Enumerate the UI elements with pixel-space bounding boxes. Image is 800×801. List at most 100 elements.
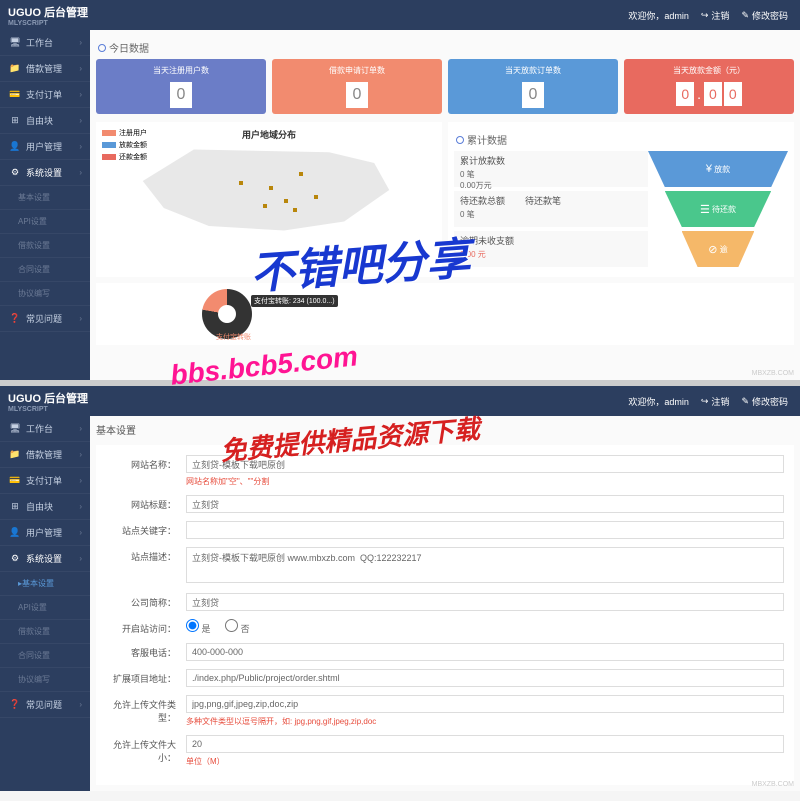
warn-icon: ⊘ <box>708 243 717 256</box>
input-company[interactable] <box>186 593 784 611</box>
chevron-right-icon: › <box>79 38 82 47</box>
gear-icon: ⚙ <box>8 167 22 178</box>
card-icon: 💳 <box>8 89 22 100</box>
card-apply-value: 0 <box>346 82 368 108</box>
ring-icon <box>456 136 464 144</box>
nav2-sub-protocol[interactable]: 协议编写 <box>0 668 90 692</box>
card-registered: 当天注册用户数 0 <box>96 59 266 114</box>
header-2: UGUO 后台管理 MLYSCRIPT 欢迎你，admin ↪ 注销 ✎ 修改密… <box>0 386 800 416</box>
logo-sub: MLYSCRIPT <box>8 20 90 27</box>
input-keywords[interactable] <box>186 521 784 539</box>
welcome-text: 欢迎你，admin <box>628 9 689 22</box>
chevron-right-icon: › <box>79 116 82 125</box>
card-loan-amount-digits: 0 . 0 0 <box>630 82 788 106</box>
radio-yes[interactable] <box>186 619 199 632</box>
funnel-row-1: 累计放款数0 笔0.00万元 ¥ 放款 <box>454 151 788 187</box>
card-loan-orders-value: 0 <box>522 82 544 108</box>
map-title: 用户地域分布 <box>102 128 436 141</box>
change-password-link-2[interactable]: ✎ 修改密码 <box>741 395 788 408</box>
nav-faq[interactable]: ❓常见问题› <box>0 306 90 332</box>
grid-icon: ⊞ <box>8 115 22 126</box>
label-types: 允许上传文件类型： <box>106 695 186 724</box>
input-site-name[interactable] <box>186 455 784 473</box>
label-site-short: 网站标题： <box>106 495 186 511</box>
nav2-workbench[interactable]: 🖥工作台› <box>0 416 90 442</box>
hint-site-name: 网站名称加"空"、""分割 <box>186 476 784 487</box>
input-size[interactable] <box>186 735 784 753</box>
input-site-short[interactable] <box>186 495 784 513</box>
input-phone[interactable] <box>186 643 784 661</box>
chevron-down-icon: › <box>79 168 82 177</box>
nav2-users[interactable]: 👤用户管理› <box>0 520 90 546</box>
nav-sub-protocol[interactable]: 协议编写 <box>0 282 90 306</box>
nav2-payment[interactable]: 💳支付订单› <box>0 468 90 494</box>
ring-icon <box>98 44 106 52</box>
nav-system[interactable]: ⚙系统设置› <box>0 160 90 186</box>
label-project: 扩展项目地址： <box>106 669 186 685</box>
nav2-sub-contract[interactable]: 合同设置 <box>0 644 90 668</box>
nav2-sub-loan[interactable]: 借款设置 <box>0 620 90 644</box>
map-chart: 注册用户 放款金额 还款金额 用户地域分布 <box>96 122 442 277</box>
sidebar-2: 🖥工作台› 📁借款管理› 💳支付订单› ⊞自由块› 👤用户管理› ⚙系统设置› … <box>0 416 90 791</box>
welcome-text-2: 欢迎你，admin <box>628 395 689 408</box>
nav-users[interactable]: 👤用户管理› <box>0 134 90 160</box>
input-project[interactable] <box>186 669 784 687</box>
chevron-right-icon: › <box>79 142 82 151</box>
nav2-system[interactable]: ⚙系统设置› <box>0 546 90 572</box>
label-desc: 站点描述： <box>106 547 186 563</box>
logo-title: 后台管理 <box>44 7 88 19</box>
nav-payment[interactable]: 💳支付订单› <box>0 82 90 108</box>
label-company: 公司简称： <box>106 593 186 609</box>
question-icon: ❓ <box>8 313 22 324</box>
logo-2: UGUO 后台管理 MLYSCRIPT <box>0 390 90 413</box>
hint-types: 多种文件类型以逗号隔开，如: jpg,png,gif,jpeg,zip,doc <box>186 716 784 727</box>
chevron-right-icon: › <box>79 64 82 73</box>
label-enable: 开启站访问： <box>106 619 186 635</box>
nav2-sub-basic[interactable]: ▸ 基本设置 <box>0 572 90 596</box>
logout-link-2[interactable]: ↪ 注销 <box>701 395 730 408</box>
sidebar: 🖥工作台› 📁借款管理› 💳支付订单› ⊞自由块› 👤用户管理› ⚙系统设置› … <box>0 30 90 380</box>
cumulative-title: 累计数据 <box>454 128 788 151</box>
radio-no[interactable] <box>225 619 238 632</box>
yen-icon: ¥ <box>706 163 712 175</box>
nav-freeblock[interactable]: ⊞自由块› <box>0 108 90 134</box>
logout-link[interactable]: ↪ 注销 <box>701 9 730 22</box>
nav2-faq[interactable]: ❓常见问题› <box>0 692 90 718</box>
top-header: UGUO 后台管理 MLYSCRIPT 欢迎你，admin ↪ 注销 ✎ 修改密… <box>0 0 800 30</box>
main-settings: 基本设置 网站名称： 网站名称加"空"、""分割 网站标题： 站点关键字： 站点… <box>90 416 800 791</box>
change-password-link[interactable]: ✎ 修改密码 <box>741 9 788 22</box>
card-apply: 借款申请订单数 0 <box>272 59 442 114</box>
map-legend: 注册用户 放款金额 还款金额 <box>102 128 147 164</box>
card-loan-orders: 当天放款订单数 0 <box>448 59 618 114</box>
nav-sub-basic[interactable]: 基本设置 <box>0 186 90 210</box>
donut-chart-box: 支付宝转账: 234 (100.0...) 支付宝转账 <box>96 283 794 345</box>
monitor-icon: 🖥 <box>8 37 22 48</box>
footer-watermark-2: MBXZB.COM <box>752 781 794 788</box>
user-icon: 👤 <box>8 141 22 152</box>
nav-workbench[interactable]: 🖥工作台› <box>0 30 90 56</box>
nav2-loan[interactable]: 📁借款管理› <box>0 442 90 468</box>
china-map[interactable] <box>119 145 420 235</box>
label-site-name: 网站名称： <box>106 455 186 471</box>
main-dashboard: 今日数据 当天注册用户数 0 借款申请订单数 0 当天放款订单数 0 当天放款金… <box>90 30 800 380</box>
nav-sub-loan[interactable]: 借款设置 <box>0 234 90 258</box>
nav-sub-api[interactable]: API设置 <box>0 210 90 234</box>
radio-no-label: 否 <box>225 624 250 634</box>
nav-sub-contract[interactable]: 合同设置 <box>0 258 90 282</box>
logo-main: UGUO <box>8 7 41 19</box>
today-title: 今日数据 <box>96 36 794 59</box>
nav2-freeblock[interactable]: ⊞自由块› <box>0 494 90 520</box>
label-phone: 客服电话： <box>106 643 186 659</box>
nav-loan[interactable]: 📁借款管理› <box>0 56 90 82</box>
label-size: 允许上传文件大小： <box>106 735 186 764</box>
logo: UGUO 后台管理 MLYSCRIPT <box>0 4 90 27</box>
donut-legend: 支付宝转账 <box>216 332 251 342</box>
chevron-right-icon: › <box>79 90 82 99</box>
nav2-sub-api[interactable]: API设置 <box>0 596 90 620</box>
folder-icon: 📁 <box>8 63 22 74</box>
input-types[interactable] <box>186 695 784 713</box>
list-icon: ☰ <box>700 203 710 216</box>
cumulative-panel: 累计数据 累计放款数0 笔0.00万元 ¥ 放款 待还款总额待还款笔0 笔 ☰ … <box>448 122 794 277</box>
input-desc[interactable]: 立刻贷-模板下载吧原创 www.mbxzb.com QQ:122232217 <box>186 547 784 583</box>
label-keywords: 站点关键字： <box>106 521 186 537</box>
